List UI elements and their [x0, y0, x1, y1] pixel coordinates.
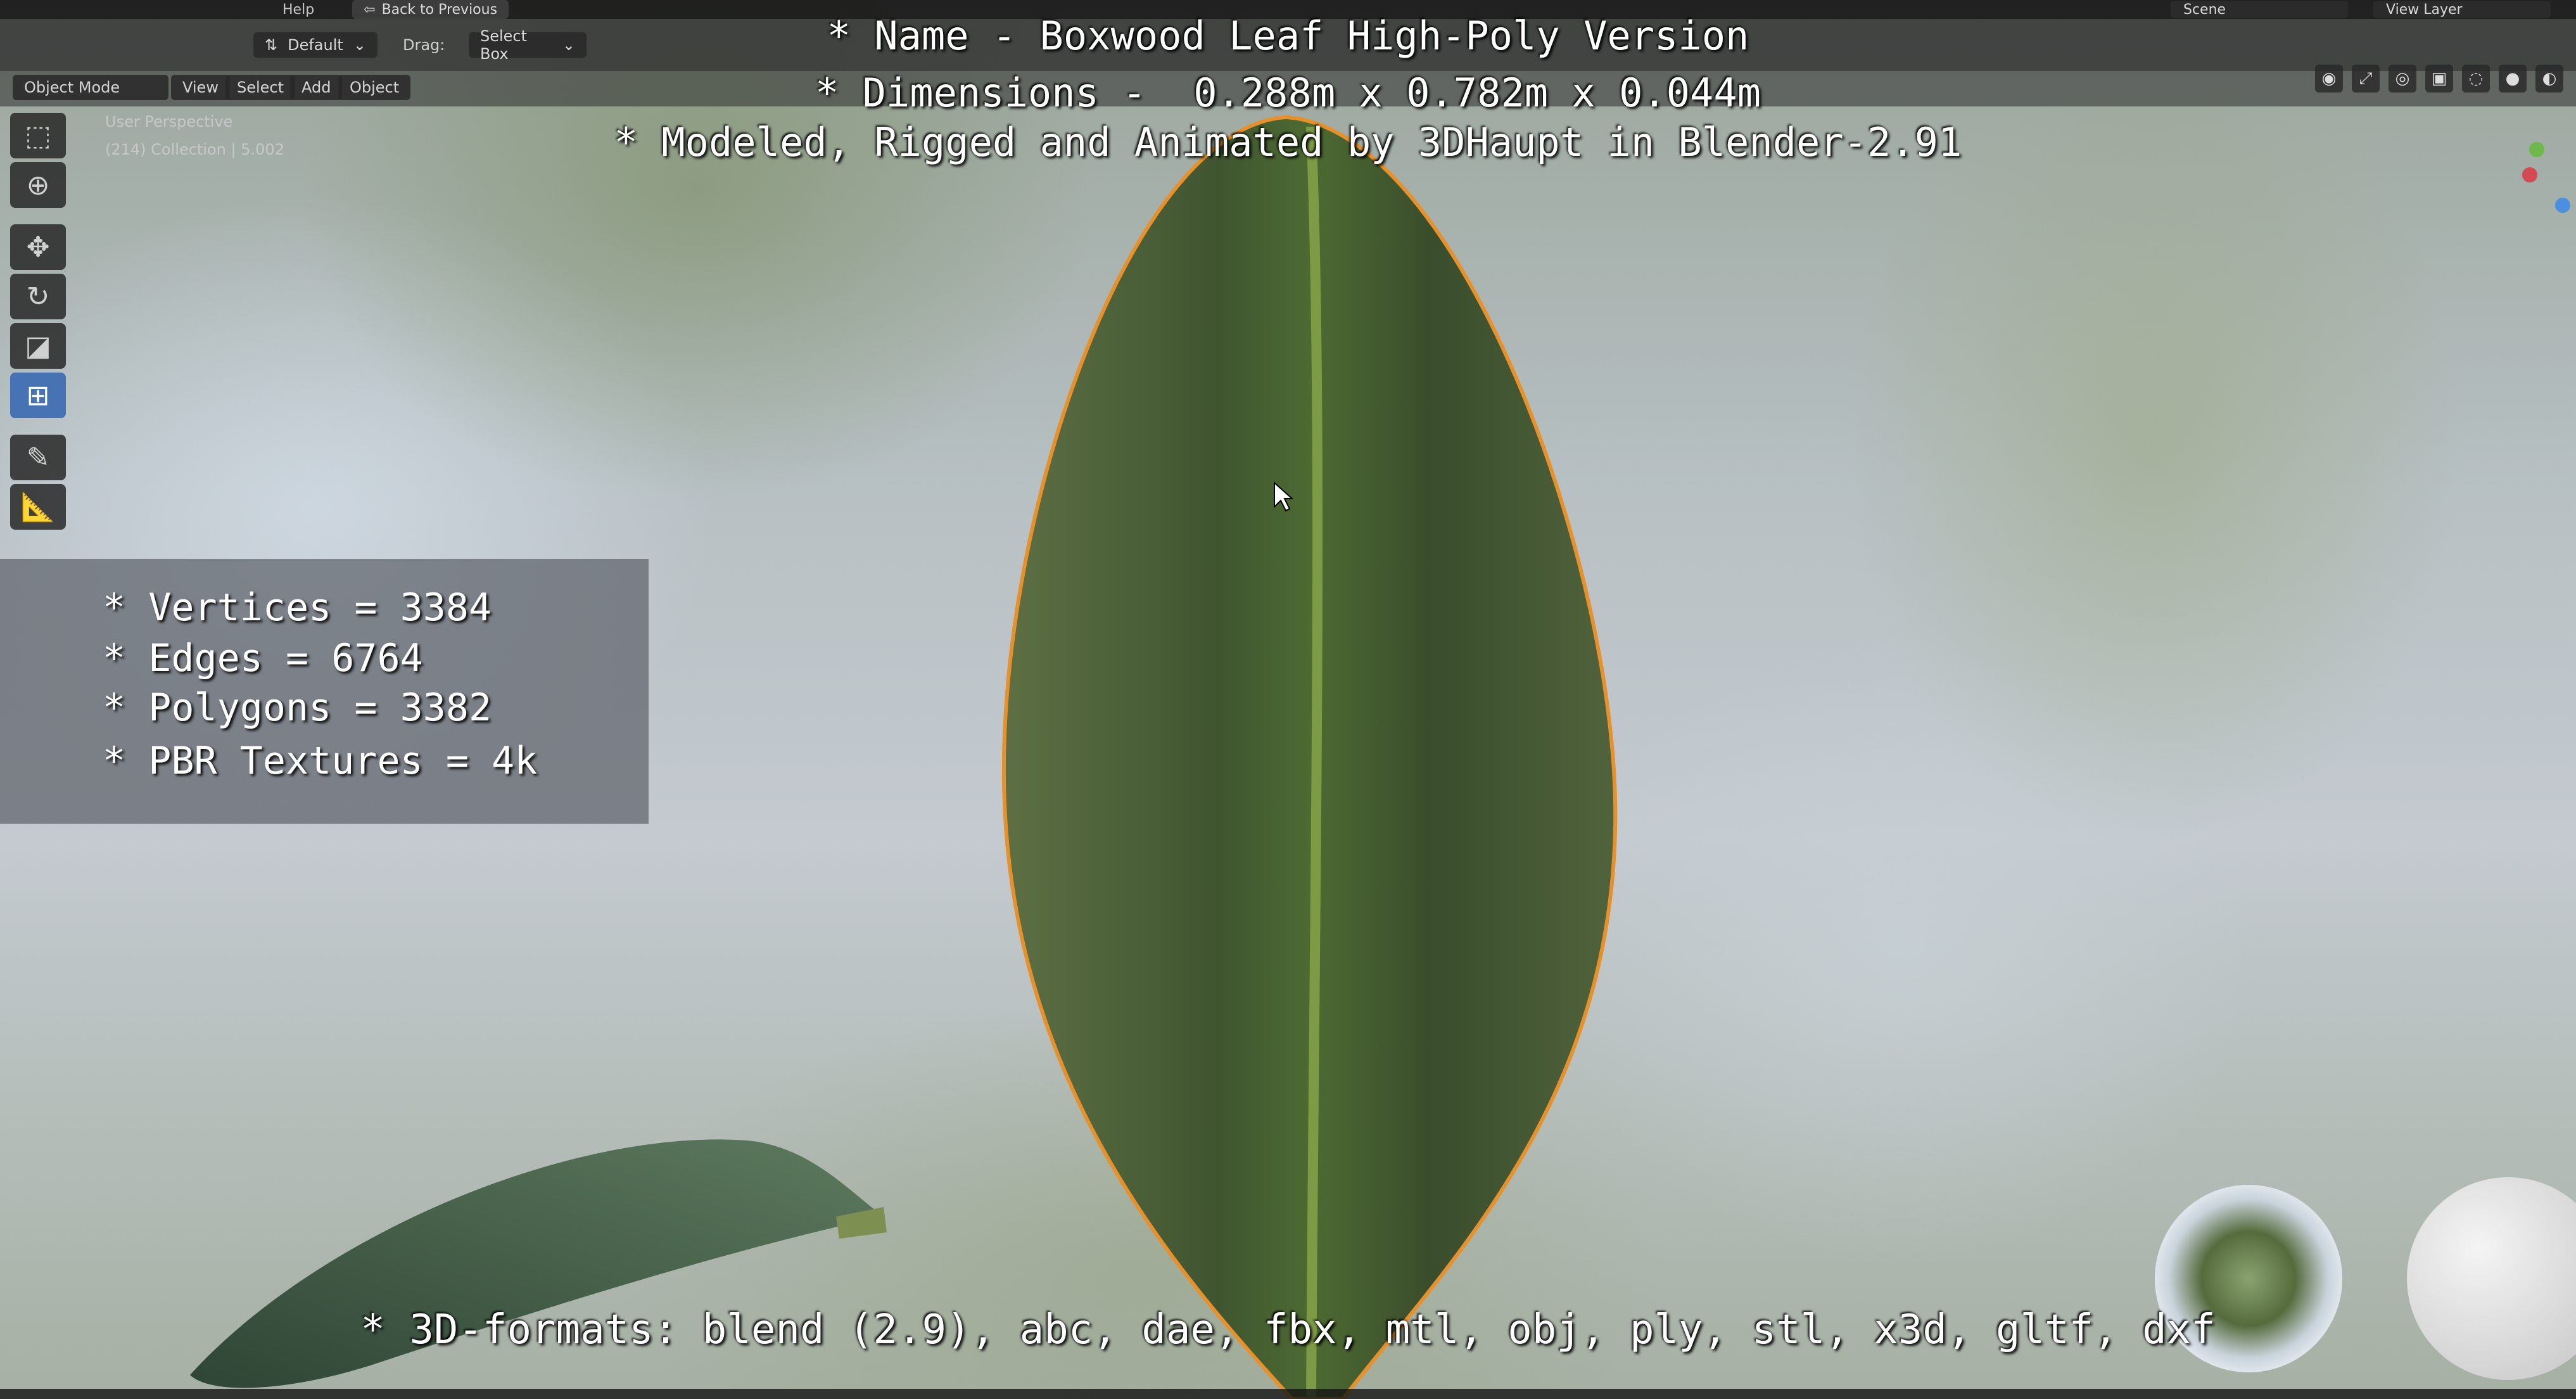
measure-icon[interactable]: 📐 — [10, 484, 66, 530]
title-credits: * Modeled, Rigged and Animated by 3DHaup… — [614, 119, 1962, 165]
formats-line: * 3D-formats: blend (2.9), abc, dae, fbx… — [360, 1306, 2216, 1353]
scale-icon[interactable]: ◪ — [10, 323, 66, 369]
title-name: * Name - Boxwood Leaf High-Poly Version — [827, 13, 1749, 59]
stat-edges: * Edges = 6764 — [103, 636, 423, 680]
rotate-icon[interactable]: ↻ — [10, 274, 66, 319]
stat-polygons: * Polygons = 3382 — [103, 686, 492, 730]
leaf-stem — [836, 1207, 887, 1239]
stat-vertices: * Vertices = 3384 — [103, 585, 492, 630]
status-bar — [0, 1389, 2576, 1399]
transform-icon[interactable]: ⊞ — [10, 373, 66, 418]
cursor-icon[interactable]: ⊕ — [10, 162, 66, 208]
axis-gizmo-z — [2555, 198, 2570, 213]
left-toolbar: ⬚ ⊕ ✥ ↻ ◪ ⊞ ✎ 📐 — [10, 113, 66, 530]
axis-gizmo-x — [2522, 167, 2537, 182]
title-dimensions: * Dimensions - 0.288m x 0.782m x 0.044m — [815, 70, 1761, 116]
leaf-midrib — [1306, 126, 1323, 1399]
mouse-cursor-icon — [1274, 481, 1294, 512]
annotate-icon[interactable]: ✎ — [10, 435, 66, 480]
boxwood-leaf-main — [1001, 115, 1618, 1399]
move-icon[interactable]: ✥ — [10, 224, 66, 270]
stat-textures: * PBR Textures = 4k — [103, 739, 538, 783]
